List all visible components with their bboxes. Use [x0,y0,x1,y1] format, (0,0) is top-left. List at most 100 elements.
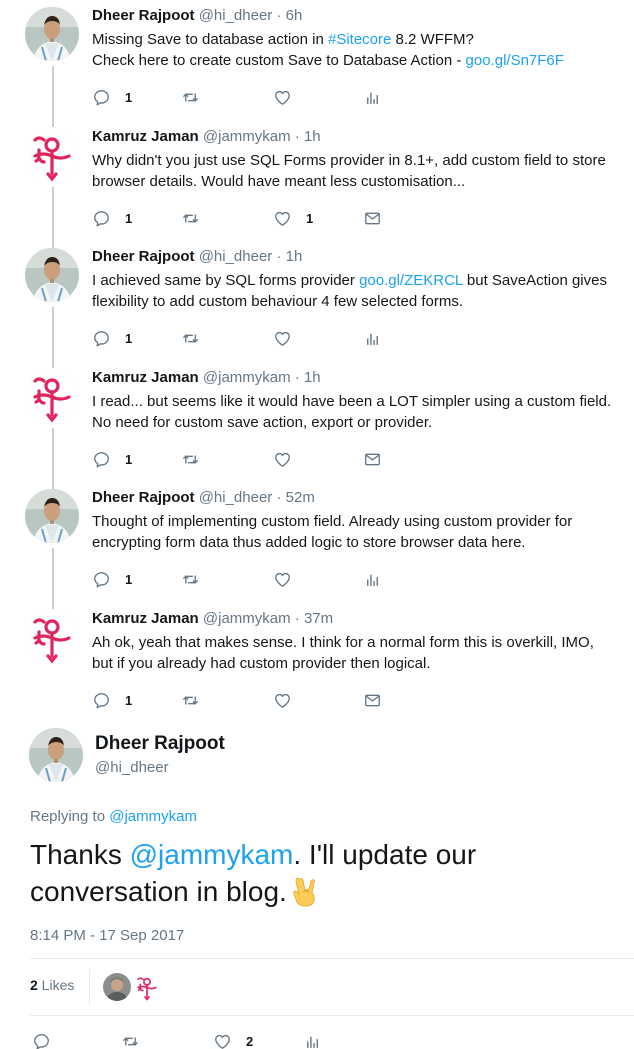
like-button[interactable] [273,688,292,712]
reply-icon [34,1033,49,1049]
tweet-text-part: browser details. Would have meant less c… [92,173,466,190]
author-name[interactable]: Dheer Rajpoot [92,489,195,506]
author-handle[interactable]: @jammykam [203,610,291,627]
mention-link[interactable]: @jammykam [130,839,294,870]
message-icon [365,694,380,706]
tweet-time[interactable]: 1h [286,248,303,265]
reply-button[interactable]: 1 [92,688,132,712]
person-photo [29,728,83,782]
tweet-header: Kamruz Jaman @jammykam · 1h [92,128,321,145]
avatar[interactable] [25,128,79,182]
reply-count: 1 [125,89,133,105]
replying-to-mention[interactable]: @jammykam [109,808,197,825]
reply-button[interactable]: 1 [92,447,132,471]
divider [89,969,90,1005]
tweet-time[interactable]: 1h [304,369,321,386]
like-button[interactable] [273,85,292,109]
reply-button[interactable]: 1 [92,326,132,350]
retweet-icon [122,1036,139,1046]
reply-button[interactable]: 1 [92,206,132,230]
heart-icon [275,452,290,467]
avatar[interactable] [25,248,79,302]
retweet-icon [182,454,199,464]
analytics-icon [367,333,378,345]
author-handle[interactable]: @hi_dheer [199,248,273,265]
avatar[interactable] [25,369,79,423]
author-name[interactable]: Dheer Rajpoot [95,733,225,755]
divider [30,1015,634,1016]
like-button[interactable]: 1 [273,206,313,230]
author-handle[interactable]: @hi_dheer [199,489,273,506]
author-name[interactable]: Kamruz Jaman [92,128,199,145]
tweet-header: Dheer Rajpoot @hi_dheer · 52m [92,489,315,506]
tweet-actions: 1 [92,688,422,712]
author-name[interactable]: Dheer Rajpoot [92,248,195,265]
reply-icon [94,571,109,587]
analytics-button[interactable] [303,1029,322,1049]
like-button[interactable] [273,447,292,471]
tweet-link[interactable]: #Sitecore [328,31,391,48]
avatar[interactable] [25,489,79,543]
tweet-text-line: I achieved same by SQL forms provider go… [92,270,632,291]
author-name[interactable]: Kamruz Jaman [92,610,199,627]
author-handle[interactable]: @hi_dheer [95,759,169,776]
avatar[interactable] [25,7,79,61]
author-name[interactable]: Dheer Rajpoot [92,7,195,24]
liker-photo [103,973,131,1001]
retweet-button[interactable] [181,206,200,230]
prince-symbol [25,369,79,423]
author-handle[interactable]: @jammykam [203,128,291,145]
tweet-link[interactable]: goo.gl/Sn7F6F [466,52,564,69]
thread-tweet[interactable]: Kamruz Jaman @jammykam · 1h Why didn't yo… [0,121,634,242]
tweet-text-part: but SaveAction gives [462,272,607,289]
thread-tweet[interactable]: Kamruz Jaman @jammykam · 1h I read... but… [0,362,634,483]
retweet-button[interactable] [181,688,200,712]
reply-button[interactable]: 1 [92,567,132,591]
tweet-text-line: but if you already had custom provider t… [92,653,632,674]
analytics-button[interactable] [363,567,382,591]
direct-message-button[interactable] [363,688,382,712]
like-button[interactable] [273,567,292,591]
tweet-header: Dheer Rajpoot @hi_dheer · 6h [92,7,302,24]
liker-avatar[interactable] [133,973,161,1001]
liker-avatar[interactable] [103,973,131,1001]
direct-message-button[interactable] [363,206,382,230]
author-handle[interactable]: @hi_dheer [199,7,273,24]
tweet-time[interactable]: 1h [304,128,321,145]
retweet-button[interactable] [181,85,200,109]
reply-button[interactable]: 1 [92,85,132,109]
analytics-button[interactable] [363,326,382,350]
tweet-text-part: Thanks [30,839,130,870]
author-handle[interactable]: @jammykam [203,369,291,386]
analytics-button[interactable] [363,85,382,109]
tweet-time[interactable]: 6h [286,7,303,24]
likes-count[interactable]: 2 Likes [30,977,74,993]
tweet-text: I read... but seems like it would have b… [92,391,632,433]
thread-tweet[interactable]: Dheer Rajpoot @hi_dheer · 1h I achieved s… [0,241,634,362]
avatar[interactable] [25,610,79,664]
like-button[interactable]: 2 [213,1029,253,1049]
divider [30,958,634,959]
tweet-text-part: encrypting form data thus added logic to… [92,534,526,551]
avatar[interactable] [29,728,83,782]
retweet-button[interactable] [181,567,200,591]
analytics-icon [367,574,378,586]
thread-tweet[interactable]: Dheer Rajpoot @hi_dheer · 52m Thought of … [0,482,634,603]
tweet-text-part: Check here to create custom Save to Data… [92,52,466,69]
thread-tweet[interactable]: Kamruz Jaman @jammykam · 37m Ah ok, yeah … [0,603,634,724]
direct-message-button[interactable] [363,447,382,471]
thread-connector [52,428,54,489]
tweet-text: Thanks @jammykam. I'll update our conver… [30,836,590,910]
author-name[interactable]: Kamruz Jaman [92,369,199,386]
reply-button[interactable] [32,1029,51,1049]
tweet-time[interactable]: 52m [286,489,315,506]
tweet-link[interactable]: goo.gl/ZEKRCL [359,272,463,289]
tweet-time[interactable]: 37m [304,610,333,627]
retweet-button[interactable] [181,326,200,350]
tweet-timestamp[interactable]: 8:14 PM - 17 Sep 2017 [30,927,184,944]
like-button[interactable] [273,326,292,350]
retweet-button[interactable] [121,1029,140,1049]
likes-number: 2 [30,977,38,993]
thread-tweet[interactable]: Dheer Rajpoot @hi_dheer · 6h Missing Save… [0,0,634,121]
retweet-button[interactable] [181,447,200,471]
